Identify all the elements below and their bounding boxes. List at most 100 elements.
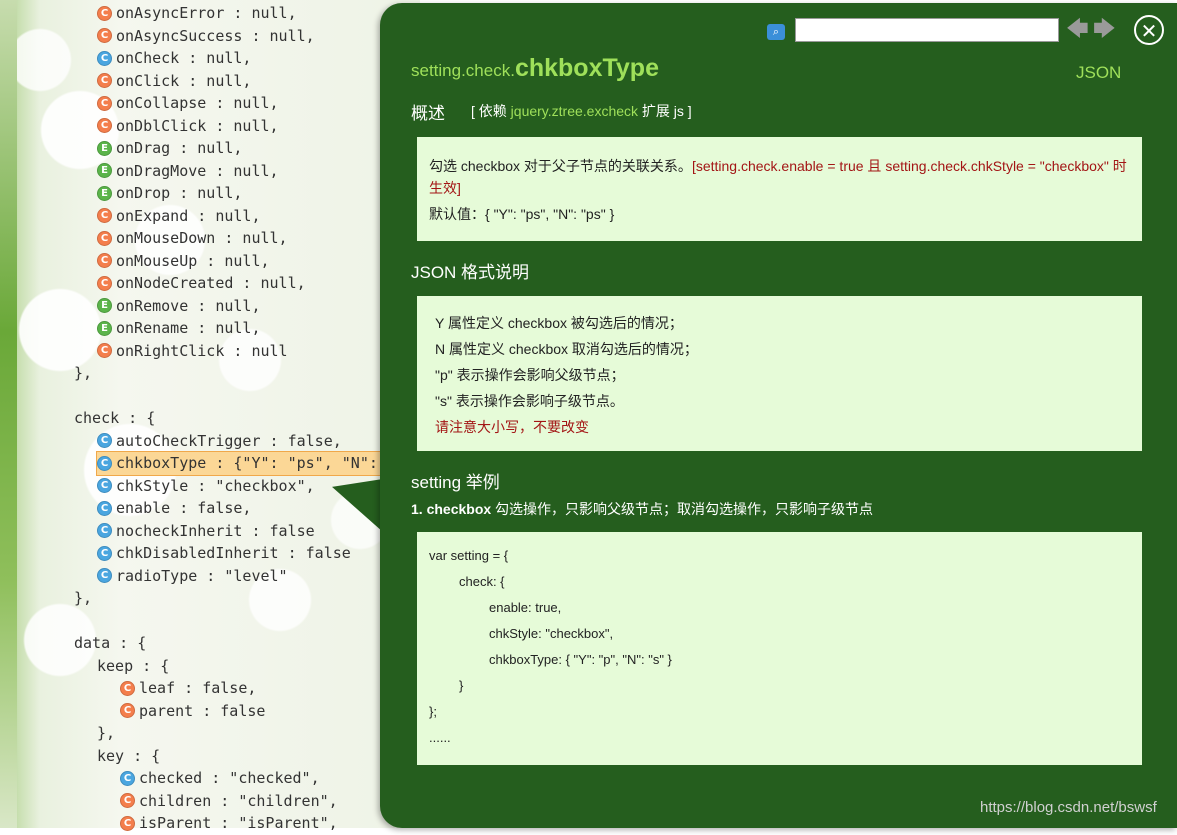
- code-line-text[interactable]: data : {: [74, 632, 146, 655]
- code-line-text[interactable]: autoCheckTrigger : false,: [116, 430, 342, 453]
- code-line-text[interactable]: onDblClick : null,: [116, 115, 279, 138]
- example-code-line: chkboxType: { "Y": "p", "N": "s" }: [489, 652, 672, 667]
- example-code-line: chkStyle: "checkbox",: [489, 626, 614, 641]
- config-icon: C: [97, 455, 112, 471]
- config-icon: C: [97, 5, 112, 21]
- code-line: ConMouseDown : null,: [74, 227, 425, 250]
- code-line-text[interactable]: onCheck : null,: [116, 47, 251, 70]
- config-icon: C: [97, 500, 112, 516]
- code-line-text[interactable]: onRightClick : null: [116, 340, 288, 363]
- example-code-lines: var setting = {check: {enable: true, chkS…: [429, 543, 1130, 751]
- code-line-text[interactable]: onExpand : null,: [116, 205, 261, 228]
- code-line: CisParent : "isParent",: [74, 812, 425, 835]
- example-code-line: check: {: [459, 574, 505, 589]
- code-line-text[interactable]: chkboxType : {"Y": "ps", "N": "ps": [116, 452, 423, 475]
- json-format-line: "s" 表示操作会影响子级节点。: [435, 393, 624, 409]
- event-icon: E: [97, 298, 112, 314]
- config-icon: C: [97, 50, 112, 66]
- example-title-rest: 勾选操作，只影响父级节点；取消勾选操作，只影响子级节点: [491, 501, 874, 517]
- code-line-text[interactable]: },: [74, 362, 92, 385]
- code-line-text[interactable]: onAsyncError : null,: [116, 2, 297, 25]
- code-line-text[interactable]: children : "children",: [139, 790, 338, 813]
- example-code-line: };: [429, 704, 437, 719]
- code-line: key : {: [74, 745, 425, 768]
- config-icon: C: [97, 73, 112, 89]
- code-line-text[interactable]: onRename : null,: [116, 317, 261, 340]
- arrow-left-icon[interactable]: 🡄: [1066, 18, 1089, 42]
- code-line-text[interactable]: parent : false: [139, 700, 265, 723]
- api-title-prefix: setting.check.: [411, 61, 515, 80]
- code-line-text[interactable]: key : {: [97, 745, 160, 768]
- code-line-text[interactable]: onNodeCreated : null,: [116, 272, 306, 295]
- code-line-text[interactable]: checked : "checked",: [139, 767, 320, 790]
- case-warning: 请注意大小写，不要改变: [435, 419, 589, 435]
- config-icon: C: [120, 703, 135, 719]
- search-icon[interactable]: ⌕: [767, 24, 785, 40]
- dependency-close: 扩展 js ]: [638, 103, 692, 119]
- code-line-text[interactable]: enable : false,: [116, 497, 251, 520]
- code-line: EonDrag : null,: [74, 137, 425, 160]
- config-icon: C: [97, 478, 112, 494]
- code-line-text[interactable]: onMouseDown : null,: [116, 227, 288, 250]
- code-line: ConCollapse : null,: [74, 92, 425, 115]
- code-line-text[interactable]: nocheckInherit : false: [116, 520, 315, 543]
- code-line: Cchecked : "checked",: [74, 767, 425, 790]
- code-line-text[interactable]: onRemove : null,: [116, 295, 261, 318]
- code-line-text[interactable]: onDragMove : null,: [116, 160, 279, 183]
- arrow-right-icon[interactable]: 🡆: [1093, 18, 1116, 42]
- code-line-text[interactable]: onDrop : null,: [116, 182, 242, 205]
- code-line: },: [74, 362, 425, 385]
- code-line-text[interactable]: leaf : false,: [139, 677, 256, 700]
- code-line: ConRightClick : null: [74, 340, 425, 363]
- code-line-text[interactable]: },: [74, 587, 92, 610]
- example-code-line: var setting = {: [429, 548, 509, 563]
- config-icon: C: [97, 523, 112, 539]
- config-icon: C: [120, 680, 135, 696]
- code-line-text[interactable]: onCollapse : null,: [116, 92, 279, 115]
- api-title-main: chkboxType: [514, 54, 659, 82]
- dependency-note: [ 依赖 jquery.ztree.excheck 扩展 js ]: [471, 101, 692, 121]
- example-heading: setting 举例: [411, 473, 500, 492]
- code-line: ConCheck : null,: [74, 47, 425, 70]
- config-icon: C: [97, 275, 112, 291]
- code-line: data : {: [74, 632, 425, 655]
- code-line: },: [74, 722, 425, 745]
- config-icon: C: [97, 568, 112, 584]
- code-line: Cchildren : "children",: [74, 790, 425, 813]
- config-icon: C: [97, 545, 112, 561]
- dependency-open: [ 依赖: [471, 103, 511, 119]
- code-line-text[interactable]: keep : {: [97, 655, 169, 678]
- api-title: setting.check.chkboxType: [411, 54, 659, 83]
- code-line-text[interactable]: isParent : "isParent",: [139, 812, 338, 835]
- overview-heading: 概述: [411, 104, 445, 123]
- code-line-text[interactable]: onAsyncSuccess : null,: [116, 25, 315, 48]
- code-line: ConAsyncSuccess : null,: [74, 25, 425, 48]
- json-link[interactable]: JSON: [1076, 63, 1121, 83]
- code-line: EonRename : null,: [74, 317, 425, 340]
- code-line-text[interactable]: chkDisabledInherit : false: [116, 542, 351, 565]
- code-line: check : {: [74, 407, 425, 430]
- description-box: 勾选 checkbox 对于父子节点的关联关系。[setting.check.e…: [417, 137, 1142, 241]
- code-line-text[interactable]: onMouseUp : null,: [116, 250, 270, 273]
- code-line-text[interactable]: onDrag : null,: [116, 137, 242, 160]
- default-value: 默认值：{ "Y": "ps", "N": "ps" }: [429, 206, 615, 222]
- code-line-text[interactable]: check : {: [74, 407, 155, 430]
- code-line-text[interactable]: },: [97, 722, 115, 745]
- event-icon: E: [97, 163, 112, 179]
- example-code-line: ......: [429, 730, 451, 745]
- json-format-box: Y 属性定义 checkbox 被勾选后的情况； N 属性定义 checkbox …: [417, 296, 1142, 451]
- close-button[interactable]: ✕: [1134, 15, 1164, 45]
- left-edge-decoration: [0, 0, 17, 828]
- code-line-text[interactable]: chkStyle : "checkbox",: [116, 475, 315, 498]
- dependency-link[interactable]: jquery.ztree.excheck: [511, 103, 638, 119]
- json-format-line: Y 属性定义 checkbox 被勾选后的情况；: [435, 315, 683, 331]
- config-icon: C: [120, 815, 135, 831]
- example-title-num: 1. checkbox: [411, 501, 492, 517]
- code-line-text[interactable]: onClick : null,: [116, 70, 251, 93]
- search-input[interactable]: [795, 18, 1059, 42]
- code-line: EonDrop : null,: [74, 182, 425, 205]
- config-icon: C: [97, 118, 112, 134]
- settings-code-tree: ConAsyncError : null, ConAsyncSuccess : n…: [74, 2, 427, 835]
- code-line-text[interactable]: radioType : "level": [116, 565, 288, 588]
